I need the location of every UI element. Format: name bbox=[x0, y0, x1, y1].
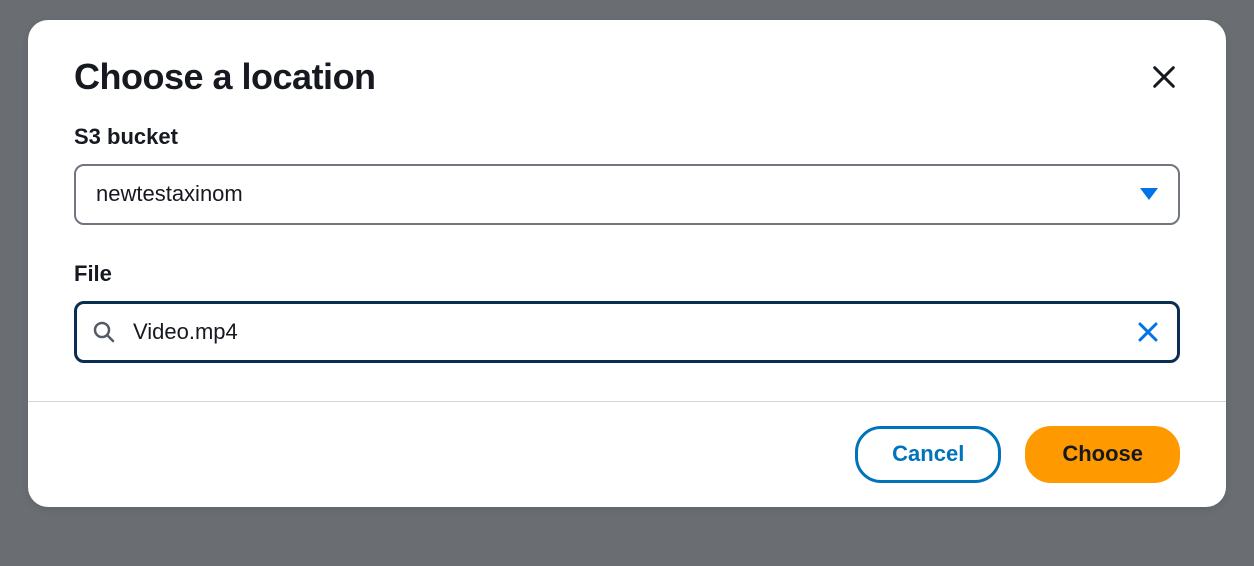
close-icon bbox=[1150, 63, 1178, 94]
bucket-selected-value: newtestaxinom bbox=[96, 181, 243, 206]
close-button[interactable] bbox=[1148, 62, 1180, 94]
modal-footer: Cancel Choose bbox=[28, 401, 1226, 506]
bucket-select[interactable]: newtestaxinom bbox=[74, 164, 1180, 225]
bucket-field-group: S3 bucket newtestaxinom bbox=[74, 124, 1180, 225]
modal-header: Choose a location bbox=[28, 20, 1226, 124]
clear-icon bbox=[1136, 320, 1160, 344]
bucket-label: S3 bucket bbox=[74, 124, 1180, 150]
file-search-wrap bbox=[74, 301, 1180, 364]
modal-body: S3 bucket newtestaxinom File bbox=[28, 124, 1226, 401]
choose-button[interactable]: Choose bbox=[1025, 426, 1180, 482]
cancel-button[interactable]: Cancel bbox=[855, 426, 1001, 482]
clear-button[interactable] bbox=[1132, 316, 1164, 348]
file-field-group: File bbox=[74, 261, 1180, 364]
modal-title: Choose a location bbox=[74, 56, 376, 98]
choose-location-modal: Choose a location S3 bucket newtestaxino… bbox=[28, 20, 1226, 507]
file-label: File bbox=[74, 261, 1180, 287]
file-input[interactable] bbox=[74, 301, 1180, 364]
bucket-select-wrap: newtestaxinom bbox=[74, 164, 1180, 225]
